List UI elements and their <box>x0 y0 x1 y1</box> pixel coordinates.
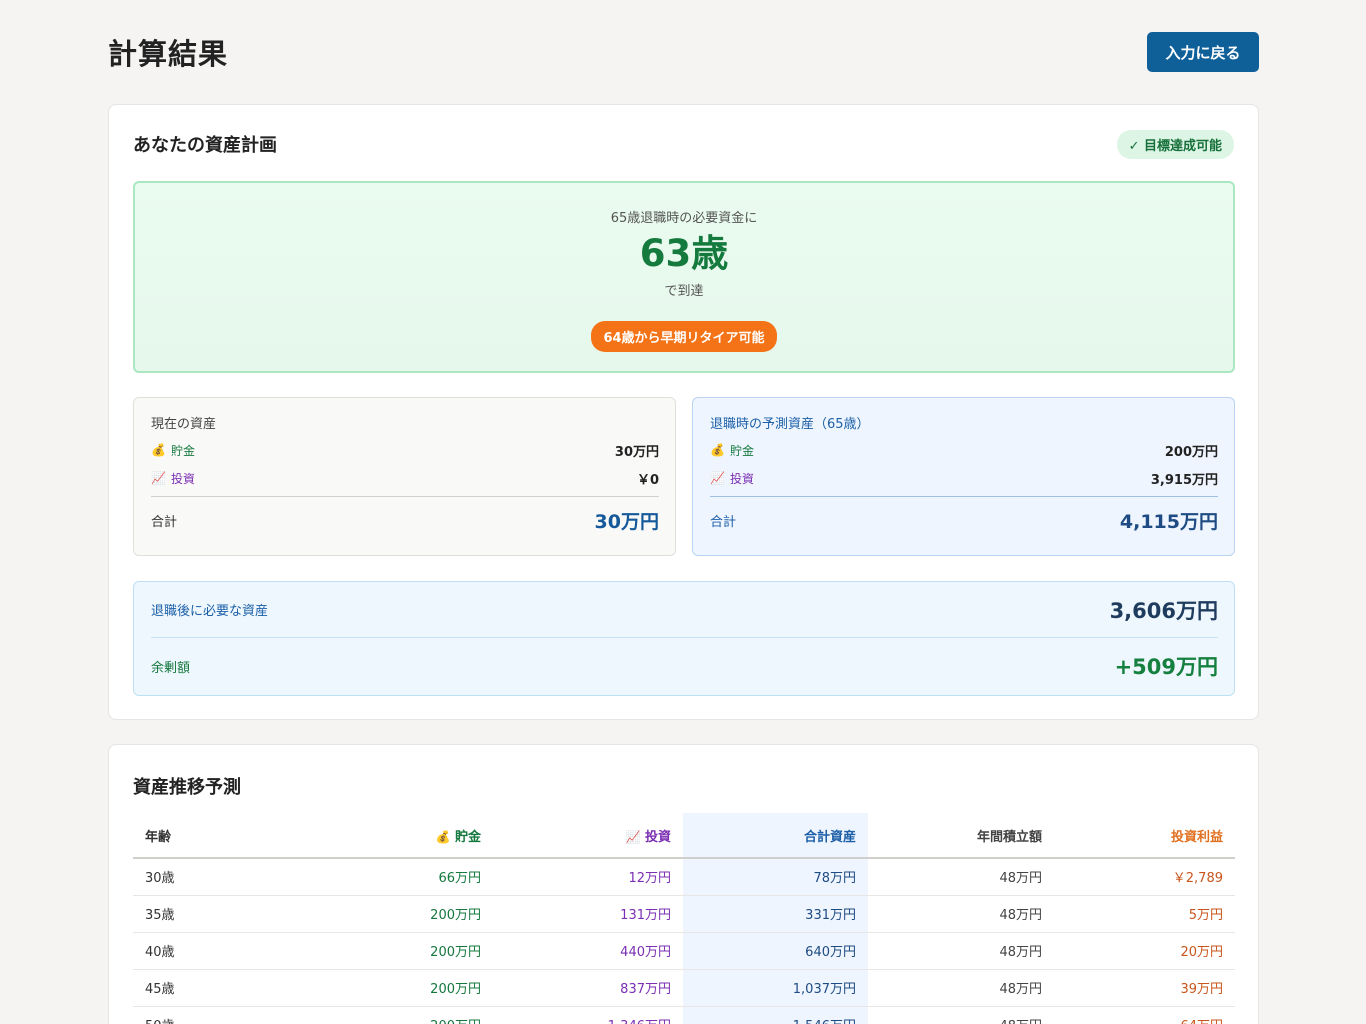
table-row: 35歳 200万円 131万円 331万円 48万円 5万円 <box>133 895 1235 933</box>
current-savings-row: 💰 貯金 30万円 <box>151 436 659 464</box>
retire-invest-row: 📈 投資 3,915万円 <box>710 464 1218 492</box>
cell-total: 1,546万円 <box>683 1006 868 1024</box>
retirement-needs-box: 退職後に必要な資産 3,606万円 余剰額 +509万円 <box>133 581 1235 696</box>
cell-total: 1,037万円 <box>683 969 868 1007</box>
projection-title: 資産推移予測 <box>133 777 241 798</box>
cell-savings: 66万円 <box>283 858 493 896</box>
table-row: 50歳200万円1,346万円1,546万円48万円64万円 <box>133 1006 1235 1024</box>
invest-label: 投資 <box>170 471 195 486</box>
table-row: 40歳 200万円 440万円 640万円 48万円 20万円 <box>133 932 1235 970</box>
surplus-row: 余剰額 +509万円 <box>151 638 1218 694</box>
col-header-total: 合計資産 <box>683 813 868 859</box>
target-sub: で到達 <box>664 284 704 299</box>
target-age: 63歳 <box>639 232 729 275</box>
results-page: 計算結果 入力に戻る あなたの資産計画 ✓ 目標達成可能 65歳退職時の必要資金… <box>0 0 1366 1024</box>
cell-invest: 440万円 <box>493 932 683 970</box>
col-header-profit: 投資利益 <box>1054 813 1235 859</box>
retire-total-value: 4,115万円 <box>1119 510 1218 533</box>
early-retire-badge: 64歳から早期リタイア可能 <box>591 321 777 352</box>
col-header-savings: 💰 貯金 <box>283 813 493 859</box>
table-header-row: 年齢 💰 貯金 📈 投資 合計資産 年間積立額 投資利益 <box>133 813 1235 859</box>
goal-status-badge: ✓ 目標達成可能 <box>1116 129 1234 159</box>
required-assets-row: 退職後に必要な資産 3,606万円 <box>151 582 1218 638</box>
asset-plan-title: あなたの資産計画 <box>133 135 277 156</box>
cell-savings: 200万円 <box>283 932 493 970</box>
cell-age: 50歳 <box>133 1006 283 1024</box>
savings-label: 貯金 <box>170 443 195 458</box>
current-invest-row: 📈 投資 ￥0 <box>151 464 659 492</box>
cell-profit: 64万円 <box>1054 1006 1235 1024</box>
current-assets-box: 現在の資産 💰 貯金 30万円 📈 投資 ￥0 合計 30万円 <box>133 397 676 556</box>
col-header-invest: 📈 投資 <box>493 813 683 859</box>
current-total-value: 30万円 <box>594 510 659 533</box>
retire-total-row: 合計 4,115万円 <box>710 497 1218 543</box>
projection-card: 資産推移予測 年齢 💰 貯金 📈 投資 合計資産 年間積立額 投資利益 30歳 6… <box>108 744 1259 1024</box>
cell-annual: 48万円 <box>868 1006 1054 1024</box>
retire-invest-value: 3,915万円 <box>1150 472 1218 488</box>
cell-annual: 48万円 <box>868 895 1054 933</box>
cell-savings: 200万円 <box>283 969 493 1007</box>
cell-annual: 48万円 <box>868 969 1054 1007</box>
cell-invest: 1,346万円 <box>493 1006 683 1024</box>
total-label: 合計 <box>710 514 737 530</box>
cell-annual: 48万円 <box>868 932 1054 970</box>
back-to-input-button[interactable]: 入力に戻る <box>1147 32 1259 72</box>
cell-profit: ￥2,789 <box>1054 858 1235 896</box>
chart-up-icon: 📈 <box>710 471 725 485</box>
surplus-value: +509万円 <box>1114 655 1218 679</box>
current-invest-value: ￥0 <box>636 472 659 488</box>
savings-label: 貯金 <box>729 443 754 458</box>
required-assets-value: 3,606万円 <box>1109 598 1218 623</box>
col-header-age: 年齢 <box>133 813 283 859</box>
chart-up-icon: 📈 <box>625 829 641 844</box>
cell-invest: 12万円 <box>493 858 683 896</box>
retirement-assets-box: 退職時の予測資産（65歳） 💰 貯金 200万円 📈 投資 3,915万円 合計… <box>692 397 1235 556</box>
current-total-row: 合計 30万円 <box>151 497 659 543</box>
cell-total: 640万円 <box>683 932 868 970</box>
invest-label: 投資 <box>729 471 754 486</box>
chart-up-icon: 📈 <box>151 471 166 485</box>
cell-profit: 39万円 <box>1054 969 1235 1007</box>
col-header-annual: 年間積立額 <box>868 813 1054 859</box>
cell-profit: 20万円 <box>1054 932 1235 970</box>
cell-total: 78万円 <box>683 858 868 896</box>
cell-savings: 200万円 <box>283 895 493 933</box>
asset-plan-card: あなたの資産計画 ✓ 目標達成可能 65歳退職時の必要資金に 63歳 で到達 6… <box>108 104 1259 720</box>
target-caption: 65歳退職時の必要資金に <box>610 211 758 226</box>
table-row: 30歳 66万円 12万円 78万円 48万円 ￥2,789 <box>133 858 1235 896</box>
top-bar: 計算結果 入力に戻る <box>108 30 1259 74</box>
table-row: 45歳 200万円 837万円 1,037万円 48万円 39万円 <box>133 969 1235 1007</box>
retire-savings-value: 200万円 <box>1164 444 1218 460</box>
money-bag-icon: 💰 <box>710 443 725 457</box>
retirement-assets-title: 退職時の予測資産（65歳） <box>710 417 870 432</box>
cell-age: 30歳 <box>133 858 283 896</box>
page-title: 計算結果 <box>108 37 229 71</box>
retire-savings-row: 💰 貯金 200万円 <box>710 436 1218 464</box>
cell-annual: 48万円 <box>868 858 1054 896</box>
cell-age: 35歳 <box>133 895 283 933</box>
cell-total: 331万円 <box>683 895 868 933</box>
projection-table-wrap: 年齢 💰 貯金 📈 投資 合計資産 年間積立額 投資利益 30歳 66万円 12万円… <box>133 813 1235 1024</box>
surplus-label: 余剰額 <box>151 660 191 676</box>
cell-age: 45歳 <box>133 969 283 1007</box>
cell-invest: 837万円 <box>493 969 683 1007</box>
cell-savings: 200万円 <box>283 1006 493 1024</box>
current-savings-value: 30万円 <box>614 444 659 460</box>
required-assets-label: 退職後に必要な資産 <box>151 604 269 619</box>
projection-table: 年齢 💰 貯金 📈 投資 合計資産 年間積立額 投資利益 30歳 66万円 12万円… <box>133 813 1235 1024</box>
target-age-panel: 65歳退職時の必要資金に 63歳 で到達 64歳から早期リタイア可能 <box>133 181 1235 373</box>
cell-invest: 131万円 <box>493 895 683 933</box>
current-assets-title: 現在の資産 <box>151 417 217 432</box>
money-bag-icon: 💰 <box>435 829 451 844</box>
projection-table-body: 30歳 66万円 12万円 78万円 48万円 ￥2,789 35歳 200万円 131万円 33… <box>133 858 1235 1024</box>
cell-profit: 5万円 <box>1054 895 1235 933</box>
asset-plan-header: あなたの資産計画 ✓ 目標達成可能 <box>133 129 1234 159</box>
money-bag-icon: 💰 <box>151 443 166 457</box>
total-label: 合計 <box>151 514 178 530</box>
cell-age: 40歳 <box>133 932 283 970</box>
